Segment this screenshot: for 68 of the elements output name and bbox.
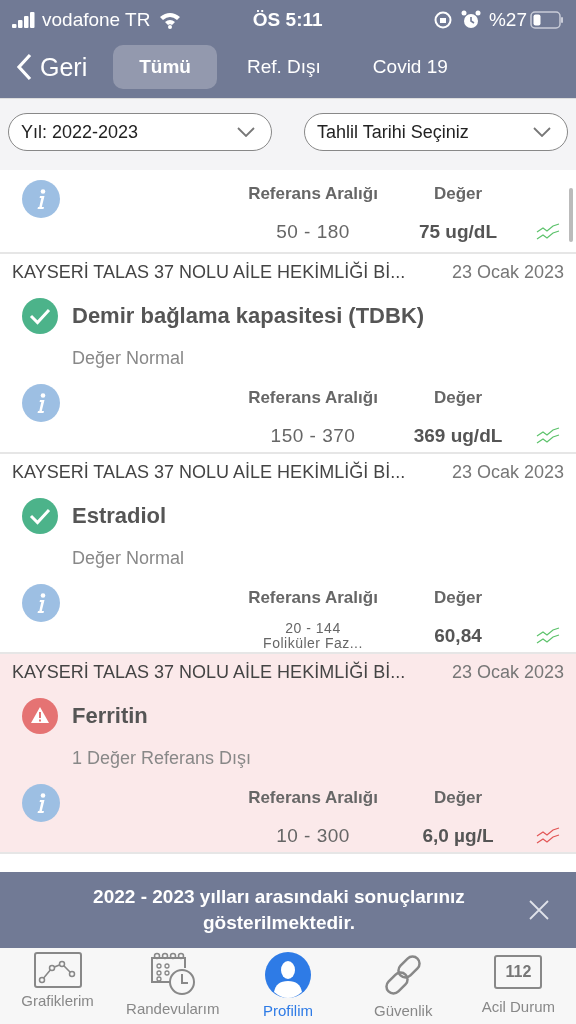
line-chart-icon [33, 952, 82, 988]
result-summary: 1 Değer Referans Dışı [71, 747, 253, 770]
dropdown-select[interactable]: Yıl: 2022-2023 [8, 113, 272, 151]
tab-bar-item[interactable]: Randevularım [115, 952, 231, 1024]
trend-chart-icon[interactable] [536, 626, 560, 646]
info-icon[interactable] [22, 384, 60, 422]
result-value: 60,84 [434, 625, 482, 647]
result-card[interactable]: KAYSERİ TALAS 37 NOLU AİLE HEKİMLİĞİ Bİ... 23 Ocak 2023 Ferritin 1 Değer Referans Dışı Referans Aralığı Değer 10 - 300 6,0 µg/L [0, 654, 576, 854]
tab-bar-item[interactable]: 112 Acil Durum [460, 952, 576, 1024]
result-summary: Değer Normal [71, 347, 186, 370]
info-icon[interactable] [22, 784, 60, 822]
reference-range: 20 - 144 [285, 620, 341, 636]
toast-message: 2022 - 2023 yılları arasındaki sonuçlarınız gösterilmektedir. [92, 885, 466, 935]
result-value: 75 ug/dL [418, 221, 498, 243]
test-name: Estradiol [72, 503, 167, 529]
value-label: Değer [433, 184, 483, 204]
value-label: Değer [433, 788, 483, 808]
tab-bar-item[interactable]: Güvenlik [345, 952, 461, 1024]
filter-tab[interactable]: Ref. Dışı [220, 45, 347, 89]
trend-chart-icon[interactable] [536, 222, 560, 242]
reference-range-label: Referans Aralığı [248, 388, 378, 408]
reference-range: 50 - 180 [276, 221, 350, 243]
close-button[interactable] [528, 899, 550, 921]
clinic-name: KAYSERİ TALAS 37 NOLU AİLE HEKİMLİĞİ Bİ... [12, 261, 406, 283]
reference-range-label: Referans Aralığı [248, 788, 378, 808]
chevron-down-icon [533, 127, 551, 137]
battery-percent: %27 [488, 9, 527, 31]
back-button[interactable]: Geri [10, 52, 94, 82]
info-icon[interactable] [22, 180, 60, 218]
value-label: Değer [433, 588, 483, 608]
carrier-name: vodafone TR [42, 9, 151, 31]
chevron-down-icon [237, 127, 255, 137]
test-name: Ferritin [72, 703, 148, 729]
filter-tab[interactable]: Tümü [113, 45, 217, 89]
range-note: Foliküler Faz... [263, 636, 363, 652]
result-date: 23 Ocak 2023 [451, 661, 564, 683]
result-summary: Değer Normal [71, 547, 186, 570]
clock-time: ÖS 5:11 [252, 9, 324, 31]
calendar-clock-icon [148, 952, 197, 996]
chevron-left-icon [16, 53, 32, 81]
tab-bar-item[interactable]: Grafiklerim [0, 952, 116, 1024]
alarm-icon [460, 10, 481, 30]
close-icon [528, 899, 550, 921]
filter-tab[interactable]: Covid 19 [346, 45, 474, 89]
battery-icon [530, 11, 564, 29]
info-icon[interactable] [22, 584, 60, 622]
signal-icon [12, 12, 36, 28]
reference-range: 150 - 370 [270, 425, 356, 447]
emergency-number-icon: 112 [494, 955, 543, 989]
wifi-icon [158, 11, 183, 29]
result-value: 6,0 µg/L [422, 825, 494, 847]
scrollbar [569, 188, 573, 242]
trend-chart-icon[interactable] [536, 826, 560, 846]
test-name: Demir bağlama kapasitesi (TDBK) [72, 303, 425, 329]
tab-bar-item[interactable]: Profilim [230, 952, 346, 1024]
clinic-name: KAYSERİ TALAS 37 NOLU AİLE HEKİMLİĞİ Bİ... [12, 661, 406, 683]
dropdown-select[interactable]: Tahlil Tarihi Seçiniz [304, 113, 568, 151]
reference-range: 10 - 300 [276, 825, 350, 847]
reference-range-label: Referans Aralığı [248, 184, 378, 204]
person-icon [265, 952, 311, 998]
rotation-lock-icon [432, 10, 453, 30]
result-date: 23 Ocak 2023 [451, 261, 564, 283]
value-label: Değer [433, 388, 483, 408]
result-value: 369 ug/dL [413, 425, 503, 447]
trend-chart-icon[interactable] [536, 426, 560, 446]
clinic-name: KAYSERİ TALAS 37 NOLU AİLE HEKİMLİĞİ Bİ... [12, 461, 406, 483]
result-date: 23 Ocak 2023 [451, 461, 564, 483]
reference-range-label: Referans Aralığı [248, 588, 378, 608]
